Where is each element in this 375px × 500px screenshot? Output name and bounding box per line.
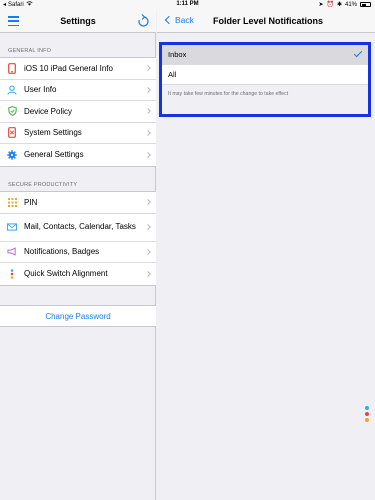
page-title: Settings	[60, 16, 96, 26]
row-label: User Info	[24, 85, 57, 95]
dots-icon	[7, 268, 17, 279]
row-mail-contacts[interactable]: Mail, Contacts, Calendar, Tasks	[0, 214, 156, 242]
refresh-icon[interactable]	[137, 14, 150, 28]
row-label: Mail, Contacts, Calendar, Tasks	[24, 222, 136, 232]
section-header-general-info: GENERAL INFO	[8, 48, 52, 54]
row-label: PIN	[24, 197, 38, 207]
phone-icon	[7, 62, 17, 74]
section-header-secure-productivity: SECURE PRODUCTIVITY	[8, 182, 78, 188]
dot-yellow	[365, 418, 369, 422]
gear-icon	[7, 150, 17, 160]
battery-icon	[360, 2, 371, 7]
device-settings-icon	[7, 127, 17, 139]
location-icon: ➤	[318, 2, 324, 8]
change-password-button[interactable]: Change Password	[0, 305, 156, 327]
chevron-left-icon	[164, 15, 174, 25]
battery-percent: 41%	[344, 1, 357, 8]
back-label: Back	[175, 15, 194, 25]
back-button[interactable]: Back	[163, 15, 194, 25]
row-system-settings[interactable]: System Settings	[0, 123, 156, 144]
row-label: iOS 10 iPad General Info	[24, 63, 113, 73]
alarm-icon: ⏰	[326, 2, 334, 8]
user-icon	[7, 85, 17, 95]
detail-title: Folder Level Notifications	[213, 16, 324, 26]
master-navbar: Settings	[0, 10, 156, 33]
row-general-info[interactable]: iOS 10 iPad General Info	[0, 58, 156, 80]
bluetooth-icon: ✱	[336, 2, 342, 8]
detail-pane: Back Folder Level Notifications Inbox Al…	[157, 10, 375, 500]
highlight-annotation-box	[159, 42, 371, 117]
dot-blue	[365, 406, 369, 410]
dot-red	[365, 412, 369, 416]
settings-master-pane: Settings GENERAL INFO iOS 10 iPad Genera…	[0, 10, 156, 500]
row-pin[interactable]: PIN	[0, 192, 156, 214]
detail-navbar: Back Folder Level Notifications	[157, 10, 375, 33]
ipad-screen: ◂ Safari 1:11 PM ➤ ⏰ ✱ 41% Settings GENE…	[0, 0, 375, 500]
megaphone-icon	[7, 247, 17, 257]
status-bar: ◂ Safari 1:11 PM ➤ ⏰ ✱ 41%	[0, 0, 375, 10]
general-info-group: iOS 10 iPad General Info User Info Devic…	[0, 57, 156, 167]
quick-switch-dots-icon[interactable]	[365, 406, 369, 422]
secure-productivity-group: PIN Mail, Contacts, Calendar, Tasks Noti…	[0, 191, 156, 286]
row-label: General Settings	[24, 150, 84, 160]
row-notifications-badges[interactable]: Notifications, Badges	[0, 242, 156, 263]
status-right: ➤ ⏰ ✱ 41%	[318, 1, 371, 8]
row-label: Notifications, Badges	[24, 247, 100, 257]
row-general-settings[interactable]: General Settings	[0, 144, 156, 166]
row-device-policy[interactable]: Device Policy	[0, 101, 156, 123]
keypad-icon	[7, 197, 17, 207]
row-quick-switch[interactable]: Quick Switch Alignment	[0, 263, 156, 285]
shield-icon	[7, 106, 17, 117]
row-label: Quick Switch Alignment	[24, 269, 108, 279]
row-label: System Settings	[24, 128, 82, 138]
row-label: Device Policy	[24, 106, 73, 116]
row-user-info[interactable]: User Info	[0, 80, 156, 101]
mail-icon	[7, 222, 17, 232]
